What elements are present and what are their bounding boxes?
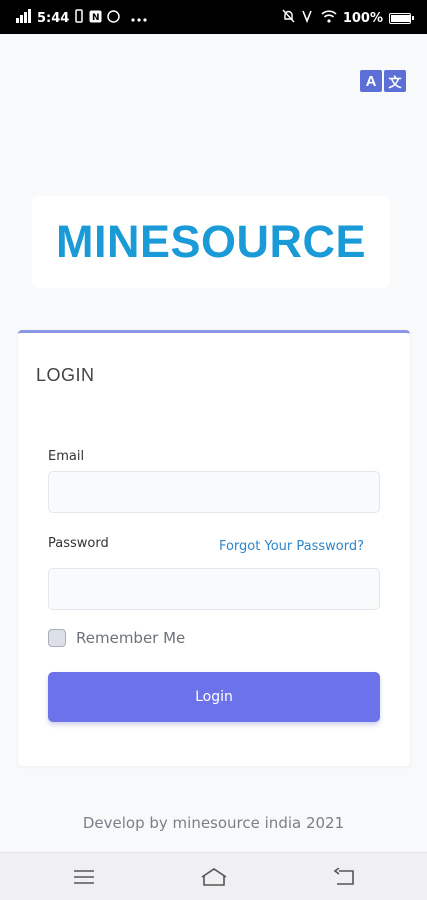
home-icon[interactable]: [200, 865, 228, 889]
email-label: Email: [48, 449, 85, 464]
logo: MINESOURCE: [32, 196, 390, 288]
translate-icon-cjk: 文: [384, 70, 406, 92]
wifi-icon: [321, 9, 337, 27]
translate-button[interactable]: A 文: [360, 70, 406, 92]
status-bar-right: 100%: [282, 9, 414, 27]
login-card: LOGIN Email Password Forgot Your Passwor…: [18, 330, 410, 766]
password-field[interactable]: [48, 568, 380, 610]
battery-icon: [389, 12, 414, 24]
status-bar: 5:44 N 100%: [0, 0, 427, 34]
remember-checkbox[interactable]: [48, 629, 66, 647]
remember-label: Remember Me: [76, 629, 186, 647]
volte-icon: [301, 9, 315, 27]
password-label: Password: [48, 536, 109, 551]
translate-icon-latin: A: [360, 70, 382, 92]
status-bar-left: 5:44 N: [16, 9, 147, 27]
footer-text: Develop by minesource india 2021: [82, 814, 345, 832]
login-button[interactable]: Login: [48, 672, 380, 722]
remember-me[interactable]: Remember Me: [48, 629, 185, 647]
vibrate-icon: [74, 9, 84, 27]
mute-icon: [282, 9, 295, 27]
notification-icon: N: [89, 10, 102, 27]
navigation-bar: [0, 852, 427, 900]
battery-percent: 100%: [342, 10, 383, 26]
svg-text:N: N: [92, 13, 100, 23]
back-icon[interactable]: [330, 865, 358, 889]
login-title: LOGIN: [36, 365, 95, 385]
logo-text: MINESOURCE: [55, 216, 367, 267]
email-field[interactable]: [48, 471, 380, 513]
forgot-password-link[interactable]: Forgot Your Password?: [219, 539, 364, 554]
whatsapp-icon: [107, 9, 121, 27]
more-icon: [131, 10, 147, 26]
menu-icon[interactable]: [70, 865, 98, 889]
status-time: 5:44: [37, 10, 70, 26]
network-icon: [16, 9, 32, 27]
